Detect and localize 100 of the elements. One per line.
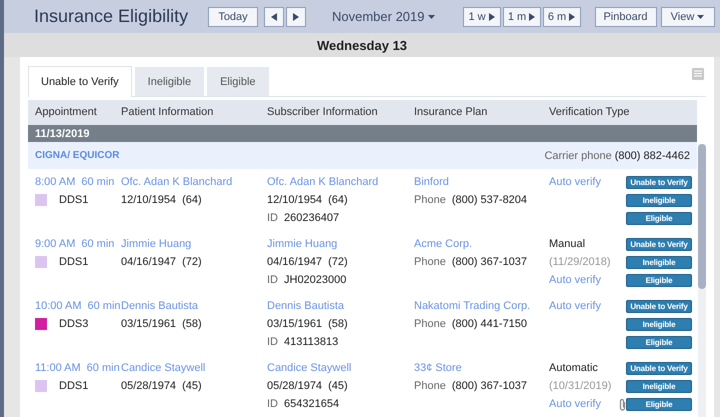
age: (64)	[182, 194, 202, 206]
age: (58)	[182, 318, 202, 330]
caret-icon	[428, 14, 434, 18]
status-button[interactable]: Ineligible	[626, 256, 692, 269]
subscriber-name[interactable]: Jimmie Huang	[267, 238, 338, 250]
birth-date: 04/16/1947	[121, 256, 176, 268]
auto-verify-link[interactable]: Auto verify	[549, 300, 601, 312]
range-button[interactable]: 1 m	[502, 6, 540, 26]
status-button[interactable]: Ineligible	[626, 318, 692, 331]
patient-name[interactable]: Jimmie Huang	[121, 238, 192, 250]
appointment-time[interactable]: 8:00 AM	[35, 176, 76, 188]
today-button[interactable]: Today	[208, 6, 258, 26]
insurance-plan-link[interactable]: 33¢ Store	[414, 362, 462, 374]
paperclip-icon[interactable]	[618, 398, 626, 410]
status-button[interactable]: Unable to Verify	[626, 238, 692, 251]
appointment-time[interactable]: 10:00 AM	[35, 300, 82, 312]
auto-verify-link[interactable]: Auto verify	[549, 274, 601, 286]
appointment-time[interactable]: 11:00 AM	[35, 362, 81, 374]
phone-number: (800) 367-1037	[452, 380, 528, 392]
carrier-phone: (800) 882-4462	[614, 150, 690, 162]
patient-name[interactable]: Ofc. Adan K Blanchard	[121, 176, 232, 188]
insurance-plan-link[interactable]: Binford	[414, 176, 449, 188]
range-button[interactable]: 1 w	[462, 6, 500, 26]
scrollbar[interactable]	[698, 144, 706, 417]
age: (64)	[328, 194, 348, 206]
birth-date: 03/15/1961	[267, 318, 322, 330]
appointment-duration[interactable]: 60 min	[87, 300, 121, 312]
right-arrow-icon	[488, 12, 495, 20]
phone-number: (800) 537-8204	[452, 194, 528, 206]
tab[interactable]: Eligible	[207, 67, 269, 96]
phone-label: Phone	[414, 318, 446, 330]
birth-date: 05/28/1974	[121, 380, 176, 392]
column-header: Subscriber Information	[267, 106, 379, 118]
column-header: Appointment	[35, 106, 98, 118]
status-button[interactable]: Eligible	[626, 398, 692, 411]
page-title: Insurance Eligibility	[34, 6, 190, 27]
previous-button[interactable]	[264, 6, 284, 26]
id-label: ID	[267, 212, 278, 224]
next-button[interactable]	[286, 6, 306, 26]
age: (72)	[182, 256, 202, 268]
carrier-phone-label: Carrier phone	[544, 150, 612, 162]
id-label: ID	[267, 274, 278, 286]
subscriber-id: JH02023000	[284, 274, 346, 286]
subscriber-name[interactable]: Dennis Bautista	[267, 300, 344, 312]
provider-label: DDS1	[59, 194, 88, 206]
appointment-time[interactable]: 9:00 AM	[35, 238, 76, 250]
subscriber-name[interactable]: Ofc. Adan K Blanchard	[267, 176, 378, 188]
subscriber-id: 260236407	[284, 212, 340, 224]
day-heading: Wednesday 13	[316, 38, 408, 52]
age: (45)	[328, 380, 348, 392]
age: (45)	[182, 380, 202, 392]
subscriber-id: 413113813	[284, 336, 338, 348]
right-arrow-icon	[529, 12, 536, 20]
phone-label: Phone	[414, 380, 446, 392]
phone-label: Phone	[414, 256, 446, 268]
status-button[interactable]: Unable to Verify	[626, 300, 692, 313]
appointment-duration[interactable]: 60 min	[81, 238, 114, 250]
status-button[interactable]: Unable to Verify	[626, 176, 692, 189]
column-header: Patient Information	[121, 106, 214, 118]
date-group-label: 11/13/2019	[35, 128, 90, 140]
appointment-duration[interactable]: 60 min	[86, 362, 120, 374]
insurance-plan-link[interactable]: Acme Corp.	[414, 238, 472, 250]
birth-date: 03/15/1961	[121, 318, 176, 330]
patient-name[interactable]: Candice Staywell	[121, 362, 206, 374]
status-button[interactable]: Ineligible	[626, 380, 692, 393]
subscriber-name[interactable]: Candice Staywell	[267, 362, 352, 374]
age: (58)	[328, 318, 348, 330]
patient-name[interactable]: Dennis Bautista	[121, 300, 198, 312]
phone-number: (800) 367-1037	[452, 256, 528, 268]
status-button[interactable]: Eligible	[626, 212, 692, 225]
verification-type: Automatic	[549, 362, 598, 374]
auto-verify-link[interactable]: Auto verify	[549, 398, 601, 410]
carrier-link[interactable]: CIGNA/ EQUICOR	[35, 150, 120, 162]
tab[interactable]: Ineligible	[134, 67, 204, 96]
verification-date: (11/29/2018)	[549, 256, 611, 268]
age: (72)	[328, 256, 348, 268]
status-button[interactable]: Unable to Verify	[626, 362, 692, 375]
pinboard-button[interactable]: Pinboard	[594, 6, 656, 26]
phone-number: (800) 441-7150	[452, 318, 528, 330]
subscriber-id: 654321654	[284, 398, 340, 410]
view-button[interactable]: View	[660, 6, 714, 26]
range-button[interactable]: 6 m	[542, 6, 580, 26]
caret-icon	[697, 14, 704, 18]
verification-date: (10/31/2019)	[549, 380, 612, 392]
column-header: Insurance Plan	[414, 106, 488, 118]
verification-type: Manual	[549, 238, 586, 250]
tab[interactable]: Unable to Verify	[28, 66, 132, 97]
provider-label: DDS1	[59, 256, 88, 268]
auto-verify-link[interactable]: Auto verify	[549, 176, 601, 188]
phone-label: Phone	[414, 194, 446, 206]
appointment-duration[interactable]: 60 min	[81, 176, 114, 188]
status-button[interactable]: Eligible	[626, 274, 692, 287]
status-button[interactable]: Eligible	[626, 336, 692, 349]
month-dropdown[interactable]: November 2019	[332, 9, 434, 24]
birth-date: 12/10/1954	[267, 194, 322, 206]
insurance-plan-link[interactable]: Nakatomi Trading Corp.	[414, 300, 530, 312]
id-label: ID	[267, 336, 278, 348]
left-arrow-icon	[271, 12, 277, 20]
status-button[interactable]: Ineligible	[626, 194, 692, 207]
id-label: ID	[267, 398, 278, 410]
